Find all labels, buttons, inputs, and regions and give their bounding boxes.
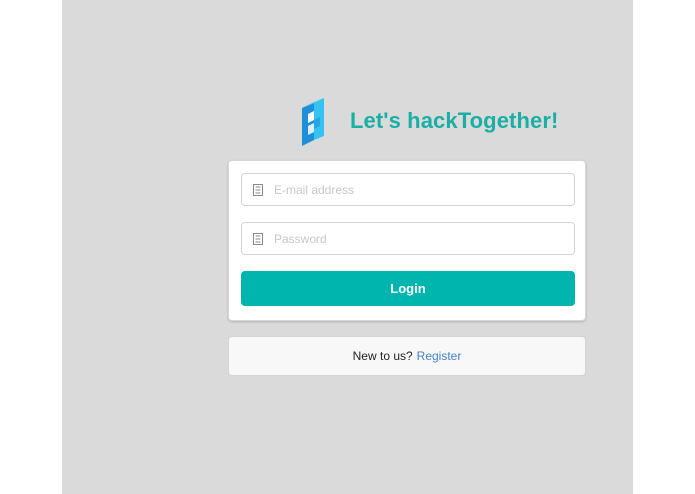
register-link[interactable]: Register — [417, 349, 462, 363]
email-input[interactable] — [274, 174, 564, 205]
password-field-wrapper — [241, 222, 575, 255]
page-background: Let's hackTogether! Login New to us? R — [62, 0, 633, 494]
id-card-icon — [253, 183, 263, 196]
header: Let's hackTogether! — [298, 96, 558, 146]
register-message: New to us? Register — [228, 336, 586, 376]
email-field-wrapper — [241, 173, 575, 206]
password-input[interactable] — [274, 223, 564, 254]
register-prompt: New to us? — [352, 349, 413, 363]
page-title: Let's hackTogether! — [350, 108, 559, 133]
lock-icon — [253, 232, 263, 245]
login-card: Login — [228, 160, 586, 321]
login-button[interactable]: Login — [241, 271, 575, 306]
hacktogether-logo-icon — [302, 98, 324, 146]
